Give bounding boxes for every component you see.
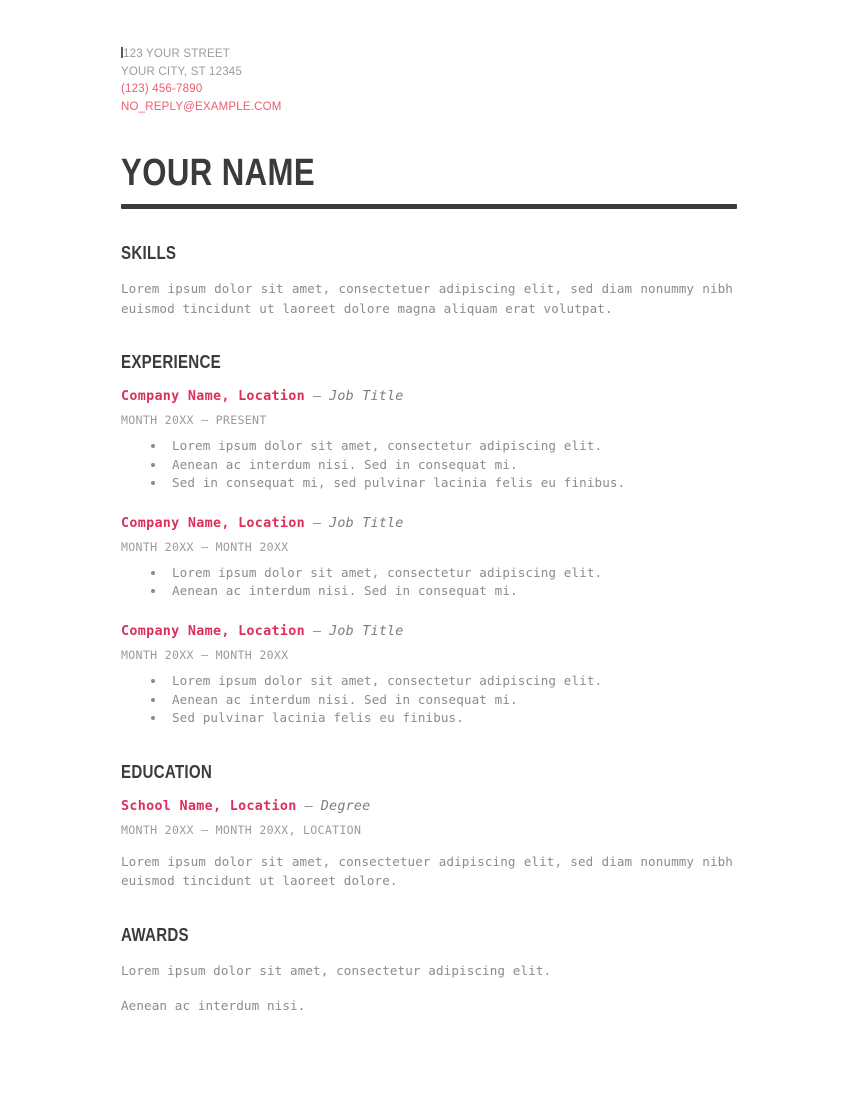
- section-title-education: EDUCATION: [121, 761, 213, 782]
- list-item-text: Lorem ipsum dolor sit amet, consectetur …: [172, 438, 603, 453]
- experience-separator: –: [313, 389, 322, 404]
- list-item-text: Aenean ac interdum nisi. Sed in consequa…: [172, 691, 518, 707]
- section-education: EDUCATION School Name, Location – Degree…: [121, 762, 737, 891]
- contact-street-line[interactable]: 123 YOUR STREET: [121, 46, 737, 64]
- experience-entry-heading: Company Name, Location – Job Title: [121, 623, 737, 641]
- education-entry-heading: School Name, Location – Degree: [121, 798, 737, 816]
- experience-separator: –: [313, 515, 322, 531]
- list-item-text: Sed pulvinar lacinia felis eu finibus.: [172, 710, 464, 726]
- resume-page: 123 YOUR STREET YOUR CITY, ST 12345 (123…: [0, 0, 850, 1113]
- list-item: Sed in consequat mi, sed pulvinar lacini…: [121, 474, 737, 493]
- page-title: YOUR NAME: [121, 152, 316, 194]
- resume-content: 123 YOUR STREET YOUR CITY, ST 12345 (123…: [121, 46, 737, 1016]
- list-item: Lorem ipsum dolor sit amet, consectetur …: [121, 437, 737, 456]
- experience-dates: MONTH 20XX – PRESENT: [121, 413, 267, 427]
- bullet-icon: [151, 570, 155, 575]
- section-awards: AWARDS Lorem ipsum dolor sit amet, conse…: [121, 925, 737, 1016]
- bullet-icon: [151, 678, 155, 683]
- experience-entry: Company Name, Location – Job Title MONTH…: [121, 515, 737, 601]
- awards-line: Lorem ipsum dolor sit amet, consectetur …: [121, 962, 552, 978]
- list-item-text: Aenean ac interdum nisi. Sed in consequa…: [172, 456, 518, 472]
- experience-dates: MONTH 20XX – MONTH 20XX: [121, 539, 289, 554]
- bullet-icon: [151, 481, 155, 486]
- contact-phone[interactable]: (123) 456-7890: [121, 81, 737, 99]
- experience-organization: Company Name, Location: [121, 515, 305, 531]
- contact-block: 123 YOUR STREET YOUR CITY, ST 12345 (123…: [121, 46, 737, 116]
- experience-organization: Company Name, Location: [121, 389, 305, 404]
- section-experience: EXPERIENCE Company Name, Location – Job …: [121, 352, 737, 728]
- awards-line: Aenean ac interdum nisi.: [121, 998, 306, 1014]
- list-item: Sed pulvinar lacinia felis eu finibus.: [121, 709, 737, 728]
- experience-bullet-list: Lorem ipsum dolor sit amet, consectetur …: [121, 564, 737, 601]
- experience-bullet-list: Lorem ipsum dolor sit amet, consectetur …: [121, 672, 737, 728]
- bullet-icon: [151, 697, 155, 702]
- experience-organization: Company Name, Location: [121, 623, 305, 639]
- list-item: Lorem ipsum dolor sit amet, consectetur …: [121, 672, 737, 691]
- list-item-text: Aenean ac interdum nisi. Sed in consequa…: [172, 583, 518, 599]
- experience-bullet-list: Lorem ipsum dolor sit amet, consectetur …: [121, 437, 737, 493]
- list-item-text: Lorem ipsum dolor sit amet, consectetur …: [172, 564, 603, 580]
- experience-job-title: Job Title: [329, 623, 404, 639]
- experience-entry: Company Name, Location – Job Title MONTH…: [121, 623, 737, 728]
- contact-email[interactable]: NO_REPLY@EXAMPLE.COM: [121, 99, 737, 117]
- experience-job-title: Job Title: [329, 515, 404, 531]
- contact-street: 123 YOUR STREET: [123, 48, 230, 60]
- list-item-text: Sed in consequat mi, sed pulvinar lacini…: [172, 475, 626, 491]
- list-item: Lorem ipsum dolor sit amet, consectetur …: [121, 564, 737, 583]
- experience-entry-heading: Company Name, Location – Job Title: [121, 515, 737, 533]
- section-title-awards: AWARDS: [121, 924, 189, 945]
- experience-entry: Company Name, Location – Job Title MONTH…: [121, 388, 737, 493]
- bullet-icon: [151, 716, 155, 721]
- list-item-text: Lorem ipsum dolor sit amet, consectetur …: [172, 672, 603, 688]
- contact-city-state-zip[interactable]: YOUR CITY, ST 12345: [121, 64, 737, 82]
- bullet-icon: [151, 444, 155, 448]
- experience-job-title: Job Title: [329, 389, 404, 404]
- education-separator: –: [304, 798, 313, 814]
- list-item: Aenean ac interdum nisi. Sed in consequa…: [121, 691, 737, 710]
- list-item: Aenean ac interdum nisi. Sed in consequa…: [121, 582, 737, 601]
- education-description: Lorem ipsum dolor sit amet, consectetuer…: [121, 853, 733, 889]
- education-dates: MONTH 20XX – MONTH 20XX, LOCATION: [121, 822, 362, 837]
- header-divider: [121, 204, 737, 209]
- education-entry: School Name, Location – Degree MONTH 20X…: [121, 798, 737, 891]
- education-degree: Degree: [320, 798, 371, 814]
- section-skills: SKILLS Lorem ipsum dolor sit amet, conse…: [121, 243, 737, 318]
- section-title-skills: SKILLS: [121, 243, 177, 263]
- section-title-experience: EXPERIENCE: [121, 352, 221, 372]
- list-item: Aenean ac interdum nisi. Sed in consequa…: [121, 456, 737, 475]
- skills-body: Lorem ipsum dolor sit amet, consectetuer…: [121, 281, 733, 316]
- bullet-icon: [151, 589, 155, 594]
- education-school: School Name, Location: [121, 798, 297, 814]
- experience-dates: MONTH 20XX – MONTH 20XX: [121, 647, 289, 662]
- experience-separator: –: [313, 623, 322, 639]
- bullet-icon: [151, 462, 155, 467]
- experience-entry-heading: Company Name, Location – Job Title: [121, 388, 737, 406]
